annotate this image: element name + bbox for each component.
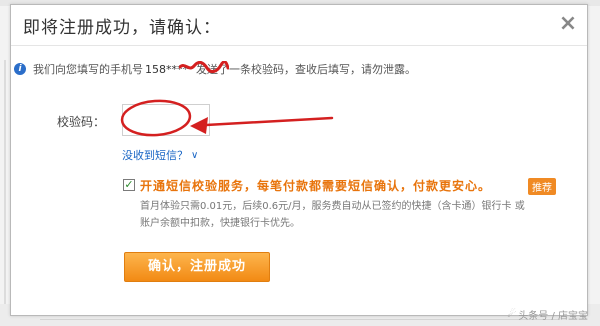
sms-service-description: 首月体验只需0.01元，后续0.6元/月，服务费自动从已签约的快捷（含卡通）银行… [140, 198, 570, 232]
sms-service-title: 开通短信校验服务，每笔付款都需要短信确认，付款更安心。 [140, 179, 492, 193]
phone-number: 158**** [145, 60, 229, 76]
dialog-title: 即将注册成功，请确认： [23, 18, 221, 38]
notice-prefix: 我们向您填写的手机号 [33, 63, 143, 76]
confirm-dialog: 即将注册成功，请确认： × [10, 4, 588, 316]
redaction-scribble [179, 60, 229, 73]
resend-link-text: 没收到短信？ [122, 149, 188, 162]
background-divider [40, 319, 560, 320]
notice-suffix: 发送了一条校验码，查收后填写，请勿泄露。 [196, 63, 416, 76]
dialog-header: 即将注册成功，请确认： × [11, 5, 587, 46]
info-icon: i [14, 63, 26, 75]
resend-sms-link[interactable]: 没收到短信？ ∨ [122, 147, 198, 163]
service-desc-line-1: 首月体验只需0.01元，后续0.6元/月，服务费自动从已签约的快捷（含卡通）银行… [140, 201, 525, 212]
confirm-register-button[interactable]: 确认，注册成功 [124, 252, 270, 282]
verify-code-label: 校验码： [57, 115, 106, 129]
close-icon[interactable]: × [557, 13, 579, 35]
watermark-logo-icon: ☄ [507, 309, 517, 320]
chevron-down-icon: ∨ [191, 149, 199, 161]
sms-notice: i 我们向您填写的手机号 158**** 发送了一条校验码，查收后填写，请勿泄露… [14, 60, 416, 78]
service-desc-line-2: 账户余额中扣款，快捷银行卡优先。 [140, 218, 300, 229]
recommend-badge: 推荐 [528, 178, 556, 195]
watermark: ☄ 头条号 / 店宝宝 [507, 307, 588, 322]
background-edge [4, 60, 6, 310]
sms-service-checkbox[interactable]: ✓ [123, 179, 135, 191]
watermark-text: 头条号 / 店宝宝 [518, 311, 588, 322]
verify-code-input[interactable] [122, 104, 210, 136]
check-icon: ✓ [124, 178, 134, 191]
